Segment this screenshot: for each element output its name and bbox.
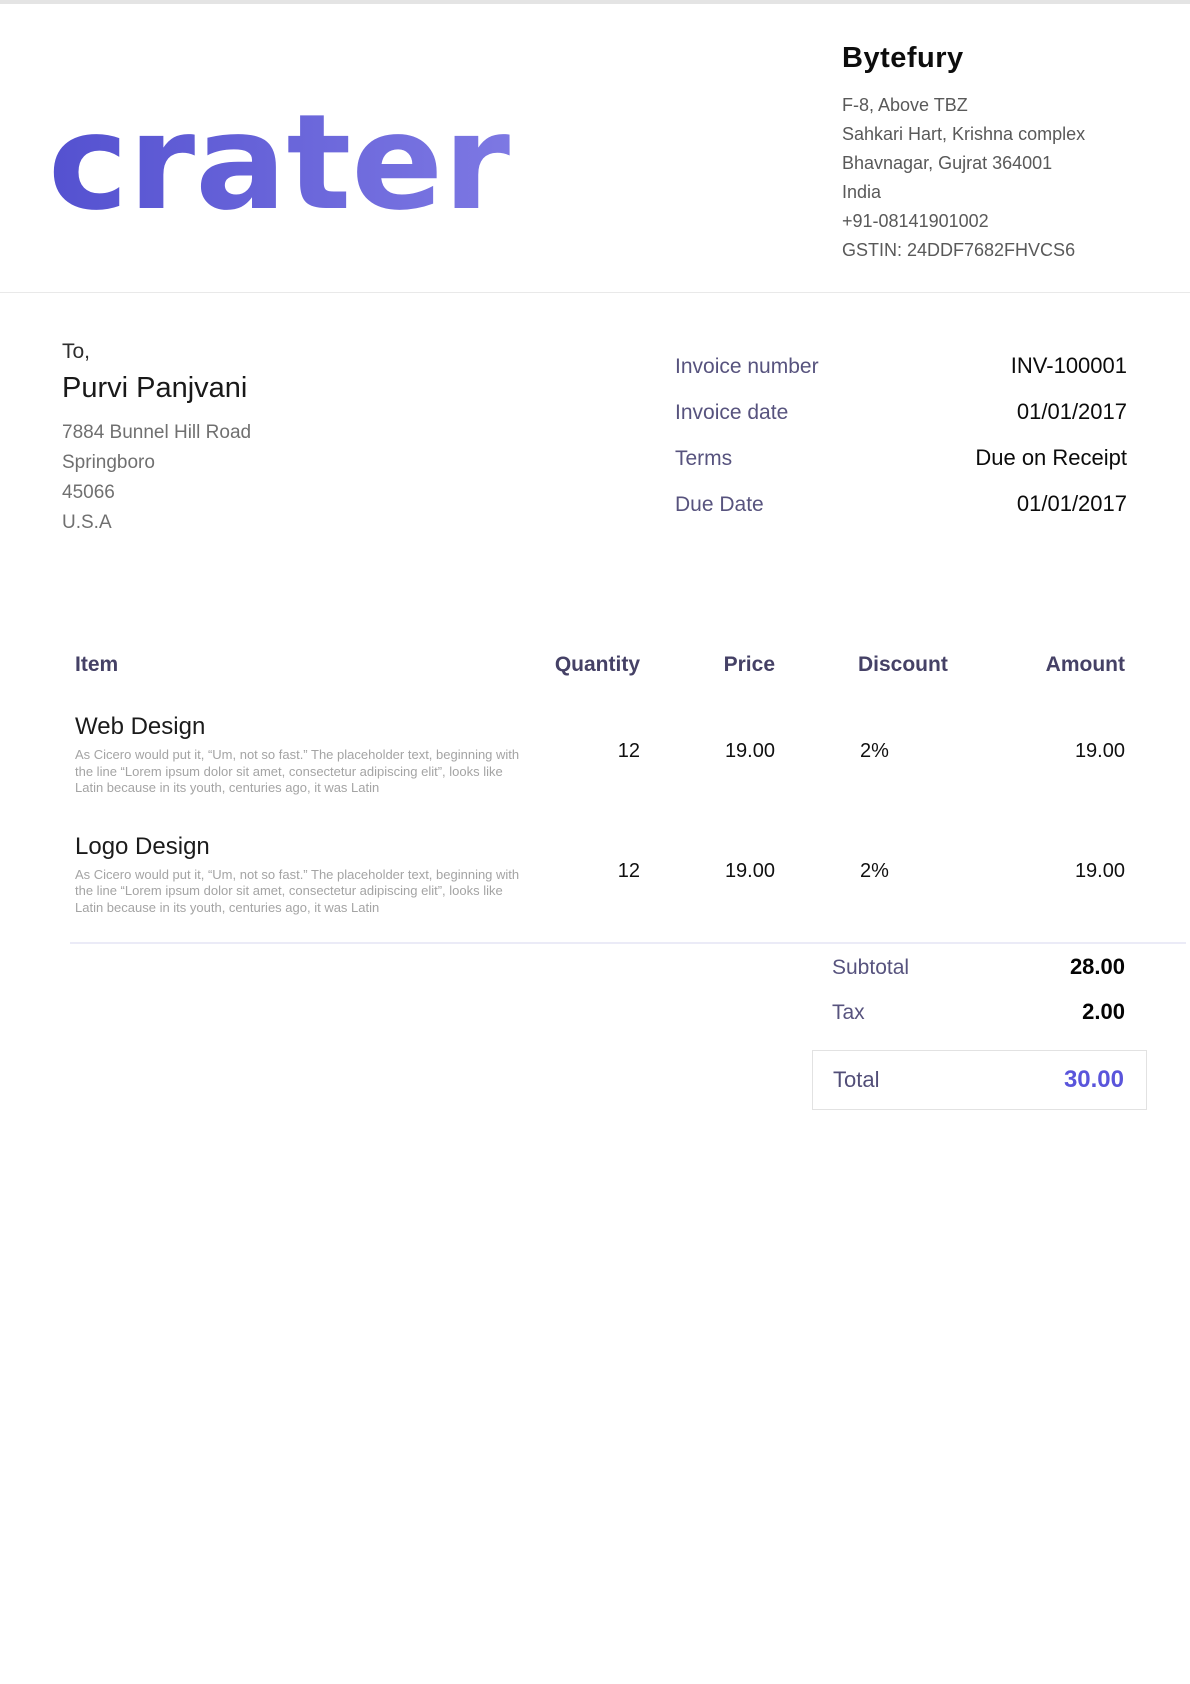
company-name: Bytefury (842, 42, 1162, 75)
item-quantity: 12 (520, 797, 640, 917)
invoice-number-value: INV-100001 (1011, 352, 1127, 380)
customer-address-line: 7884 Bunnel Hill Road (62, 418, 251, 448)
column-header-amount: Amount (965, 653, 1125, 677)
item-name: Web Design (75, 713, 520, 741)
item-price: 19.00 (640, 677, 775, 797)
crater-logo: crater (48, 96, 513, 226)
subtotal-value: 28.00 (1070, 954, 1125, 980)
company-info: Bytefury F-8, Above TBZ Sahkari Hart, Kr… (842, 42, 1162, 265)
invoice-number-row: Invoice number INV-100001 (675, 352, 1127, 381)
column-header-price: Price (640, 653, 775, 677)
item-description: As Cicero would put it, “Um, not so fast… (75, 747, 525, 797)
totals-section: Subtotal 28.00 Tax 2.00 Total 30.00 (0, 953, 1190, 1110)
items-divider (70, 942, 1186, 944)
billing-section: To, Purvi Panjvani 7884 Bunnel Hill Road… (0, 294, 1190, 653)
table-row: Web Design As Cicero would put it, “Um, … (75, 677, 1125, 797)
terms-label: Terms (675, 445, 732, 473)
subtotal-label: Subtotal (832, 953, 909, 983)
column-header-discount: Discount (775, 653, 965, 677)
items-table: Item Quantity Price Discount Amount Web … (75, 653, 1125, 916)
item-amount: 19.00 (965, 677, 1125, 797)
customer-address-line: U.S.A (62, 508, 251, 538)
logo-text: crater (48, 96, 510, 221)
tax-row: Tax 2.00 (832, 998, 1125, 1028)
tax-label: Tax (832, 998, 865, 1028)
column-header-item: Item (75, 653, 520, 677)
column-header-quantity: Quantity (520, 653, 640, 677)
invoice-date-value: 01/01/2017 (1017, 398, 1127, 426)
customer-name: Purvi Panjvani (62, 370, 251, 406)
customer-address-line: Springboro (62, 448, 251, 478)
company-address-line: Bhavnagar, Gujrat 364001 (842, 149, 1162, 178)
company-address-line: Sahkari Hart, Krishna complex (842, 120, 1162, 149)
bill-to-block: To, Purvi Panjvani 7884 Bunnel Hill Road… (62, 338, 251, 538)
due-date-row: Due Date 01/01/2017 (675, 490, 1127, 519)
item-cell: Web Design As Cicero would put it, “Um, … (75, 677, 520, 797)
company-gstin: GSTIN: 24DDF7682FHVCS6 (842, 236, 1162, 265)
due-date-label: Due Date (675, 491, 764, 519)
item-amount: 19.00 (965, 797, 1125, 917)
company-address-line: F-8, Above TBZ (842, 91, 1162, 120)
total-box: Total 30.00 (812, 1050, 1147, 1110)
item-quantity: 12 (520, 677, 640, 797)
company-address-line: India (842, 178, 1162, 207)
items-section: Item Quantity Price Discount Amount Web … (0, 653, 1190, 944)
tax-value: 2.00 (1082, 999, 1125, 1025)
item-price: 19.00 (640, 797, 775, 917)
terms-row: Terms Due on Receipt (675, 444, 1127, 473)
item-discount: 2% (775, 677, 965, 797)
invoice-number-label: Invoice number (675, 353, 819, 381)
item-name: Logo Design (75, 833, 520, 861)
invoice-header: crater Bytefury F-8, Above TBZ Sahkari H… (0, 4, 1190, 293)
total-label: Total (833, 1067, 879, 1093)
invoice-date-label: Invoice date (675, 399, 788, 427)
due-date-value: 01/01/2017 (1017, 490, 1127, 518)
invoice-meta: Invoice number INV-100001 Invoice date 0… (675, 352, 1127, 536)
customer-address-line: 45066 (62, 478, 251, 508)
items-header-row: Item Quantity Price Discount Amount (75, 653, 1125, 677)
item-description: As Cicero would put it, “Um, not so fast… (75, 867, 525, 917)
total-value: 30.00 (1064, 1066, 1124, 1094)
table-row: Logo Design As Cicero would put it, “Um,… (75, 797, 1125, 917)
subtotal-row: Subtotal 28.00 (832, 953, 1125, 983)
item-discount: 2% (775, 797, 965, 917)
terms-value: Due on Receipt (975, 444, 1127, 472)
invoice-date-row: Invoice date 01/01/2017 (675, 398, 1127, 427)
bill-to-prefix: To, (62, 338, 251, 366)
totals-rows: Subtotal 28.00 Tax 2.00 (832, 953, 1125, 1028)
crater-logo-icon: crater (48, 96, 513, 221)
item-cell: Logo Design As Cicero would put it, “Um,… (75, 797, 520, 917)
company-phone: +91-08141901002 (842, 207, 1162, 236)
